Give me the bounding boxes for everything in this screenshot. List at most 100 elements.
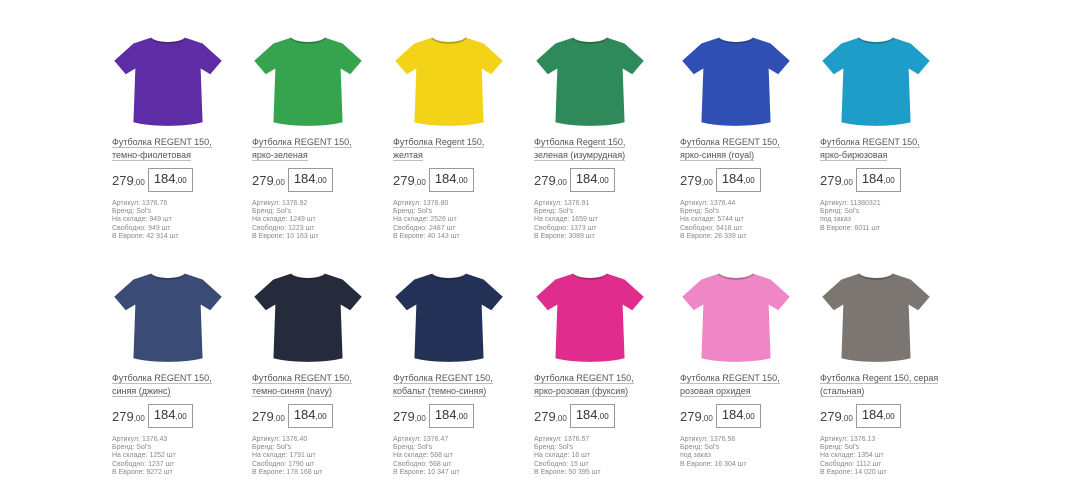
- price-row: 279,00 184,00: [393, 168, 523, 192]
- old-price: 279,00: [112, 409, 145, 424]
- price-row: 279,00 184,00: [680, 168, 810, 192]
- product-title-link[interactable]: Футболка REGENT 150, синяя (джинс): [112, 373, 212, 397]
- meta-line: Свободно: 1237 шт: [112, 460, 175, 468]
- product-title[interactable]: Футболка REGENT 150, розовая орхидея: [680, 372, 802, 398]
- tshirt-image[interactable]: [680, 32, 792, 128]
- old-price-decimals: ,00: [701, 177, 713, 187]
- product-card[interactable]: Футболка Regent 150, зеленая (изумрудная…: [534, 32, 664, 241]
- old-price-decimals: ,00: [701, 413, 713, 423]
- product-title-link[interactable]: Футболка REGENT 150, ярко-зеленая: [252, 137, 352, 161]
- product-title[interactable]: Футболка REGENT 150, темно-фиолетовая: [112, 136, 234, 162]
- product-card[interactable]: Футболка REGENT 150, ярко-зеленая 279,00 1…: [252, 32, 382, 241]
- meta-line: Бренд: Sol's: [393, 208, 433, 216]
- meta-line: Артикул: 1376.80: [393, 200, 449, 207]
- product-title-link[interactable]: Футболка REGENT 150, ярко-бирюзовая: [820, 137, 920, 161]
- tshirt-image[interactable]: [393, 32, 505, 128]
- meta-line: Артикул: 1376.91: [534, 200, 590, 207]
- meta-line: Артикул: 1376.40: [252, 436, 308, 443]
- meta-line: В Европе: 40 143 шт: [393, 232, 460, 240]
- meta-line: Бренд: Sol's: [534, 208, 574, 216]
- tshirt-collar: [149, 273, 187, 280]
- product-title-link[interactable]: Футболка Regent 150, серая (стальная): [820, 373, 939, 397]
- old-price: 279,00: [680, 409, 713, 424]
- product-card[interactable]: Футболка REGENT 150, синяя (джинс) 279,00…: [112, 268, 242, 477]
- product-title[interactable]: Футболка REGENT 150, ярко-бирюзовая: [820, 136, 942, 162]
- product-meta: Артикул: 1376.40 Бренд: Sol's На складе: 1…: [252, 436, 382, 477]
- product-title[interactable]: Футболка Regent 150, серая (стальная): [820, 372, 942, 398]
- meta-line: На складе: 949 шт: [112, 216, 172, 224]
- tshirt-image[interactable]: [820, 32, 932, 128]
- meta-line: На складе: 16 шт: [534, 452, 590, 460]
- new-price-decimals: ,00: [883, 412, 895, 421]
- tshirt-image[interactable]: [252, 268, 364, 364]
- tshirt-collar: [289, 273, 327, 280]
- meta-line: Бренд: Sol's: [820, 208, 860, 216]
- product-title-link[interactable]: Футболка REGENT 150, кобальт (темно-синя…: [393, 373, 493, 397]
- new-price-decimals: ,00: [315, 412, 327, 421]
- product-title[interactable]: Футболка REGENT 150, ярко-розовая (фукси…: [534, 372, 656, 398]
- tshirt-image[interactable]: [393, 268, 505, 364]
- old-price: 279,00: [393, 173, 426, 188]
- product-title-link[interactable]: Футболка REGENT 150, темно-фиолетовая: [112, 137, 212, 161]
- new-price-integer: 184: [861, 407, 884, 422]
- new-price-box: 184,00: [147, 168, 193, 192]
- meta-line: На складе: 2526 шт: [393, 216, 457, 224]
- new-price-integer: 184: [293, 407, 316, 422]
- old-price-decimals: ,00: [841, 177, 853, 187]
- product-card[interactable]: Футболка REGENT 150, розовая орхидея 279,…: [680, 268, 810, 469]
- product-card[interactable]: Футболка Regent 150, желтая 279,00 184,00 А…: [393, 32, 523, 241]
- product-card[interactable]: Футболка REGENT 150, кобальт (темно-синя…: [393, 268, 523, 477]
- product-grid: Футболка REGENT 150, темно-фиолетовая 279…: [0, 0, 1070, 500]
- tshirt-body: [822, 273, 930, 362]
- tshirt-image[interactable]: [820, 268, 932, 364]
- old-price-integer: 279: [112, 408, 134, 424]
- tshirt-image[interactable]: [112, 32, 224, 128]
- tshirt-image[interactable]: [534, 268, 646, 364]
- product-title[interactable]: Футболка REGENT 150, ярко-синяя (royal): [680, 136, 802, 162]
- product-card[interactable]: Футболка REGENT 150, ярко-бирюзовая 279,0…: [820, 32, 950, 233]
- old-price: 279,00: [393, 409, 426, 424]
- meta-line: В Европе: 9272 шт: [112, 468, 173, 476]
- old-price: 279,00: [112, 173, 145, 188]
- old-price-decimals: ,00: [414, 177, 426, 187]
- product-title-link[interactable]: Футболка Regent 150, зеленая (изумрудная…: [534, 137, 626, 161]
- product-title-link[interactable]: Футболка REGENT 150, темно-синяя (navy): [252, 373, 352, 397]
- tshirt-body: [254, 37, 362, 126]
- tshirt-image[interactable]: [252, 32, 364, 128]
- tshirt-image[interactable]: [680, 268, 792, 364]
- product-card[interactable]: Футболка REGENT 150, ярко-розовая (фукси…: [534, 268, 664, 477]
- tshirt-image[interactable]: [534, 32, 646, 128]
- product-title[interactable]: Футболка REGENT 150, ярко-зеленая: [252, 136, 374, 162]
- new-price-decimals: ,00: [743, 176, 755, 185]
- product-title-link[interactable]: Футболка Regent 150, желтая: [393, 137, 485, 161]
- product-title[interactable]: Футболка Regent 150, желтая: [393, 136, 515, 162]
- new-price-box: 184,00: [287, 404, 333, 428]
- product-card[interactable]: Футболка REGENT 150, ярко-синяя (royal) 2…: [680, 32, 810, 241]
- meta-line: Артикул: 1376.92: [252, 200, 308, 207]
- old-price-integer: 279: [393, 172, 415, 188]
- product-title-link[interactable]: Футболка REGENT 150, ярко-розовая (фукси…: [534, 373, 634, 397]
- product-card[interactable]: Футболка REGENT 150, темно-синяя (navy) 2…: [252, 268, 382, 477]
- new-price-decimals: ,00: [597, 412, 609, 421]
- product-title[interactable]: Футболка REGENT 150, темно-синяя (navy): [252, 372, 374, 398]
- old-price: 279,00: [820, 173, 853, 188]
- product-card[interactable]: Футболка Regent 150, серая (стальная) 279…: [820, 268, 950, 477]
- new-price-integer: 184: [721, 171, 744, 186]
- product-title[interactable]: Футболка REGENT 150, синяя (джинс): [112, 372, 234, 398]
- old-price-integer: 279: [393, 408, 415, 424]
- product-title[interactable]: Футболка REGENT 150, кобальт (темно-синя…: [393, 372, 515, 398]
- old-price-integer: 279: [534, 172, 556, 188]
- meta-line: На складе: 1249 шт: [252, 216, 316, 224]
- product-card[interactable]: Футболка REGENT 150, темно-фиолетовая 279…: [112, 32, 242, 241]
- old-price-decimals: ,00: [841, 413, 853, 423]
- product-title[interactable]: Футболка Regent 150, зеленая (изумрудная…: [534, 136, 656, 162]
- product-title-link[interactable]: Футболка REGENT 150, розовая орхидея: [680, 373, 780, 397]
- product-title-link[interactable]: Футболка REGENT 150, ярко-синяя (royal): [680, 137, 780, 161]
- meta-line: Бренд: Sol's: [680, 208, 720, 216]
- product-meta: Артикул: 1376.56 Бренд: Sol's под заказ В Е…: [680, 436, 810, 469]
- price-row: 279,00 184,00: [393, 404, 523, 428]
- new-price-integer: 184: [861, 171, 884, 186]
- new-price-integer: 184: [434, 407, 457, 422]
- tshirt-image[interactable]: [112, 268, 224, 364]
- tshirt-body: [395, 37, 503, 126]
